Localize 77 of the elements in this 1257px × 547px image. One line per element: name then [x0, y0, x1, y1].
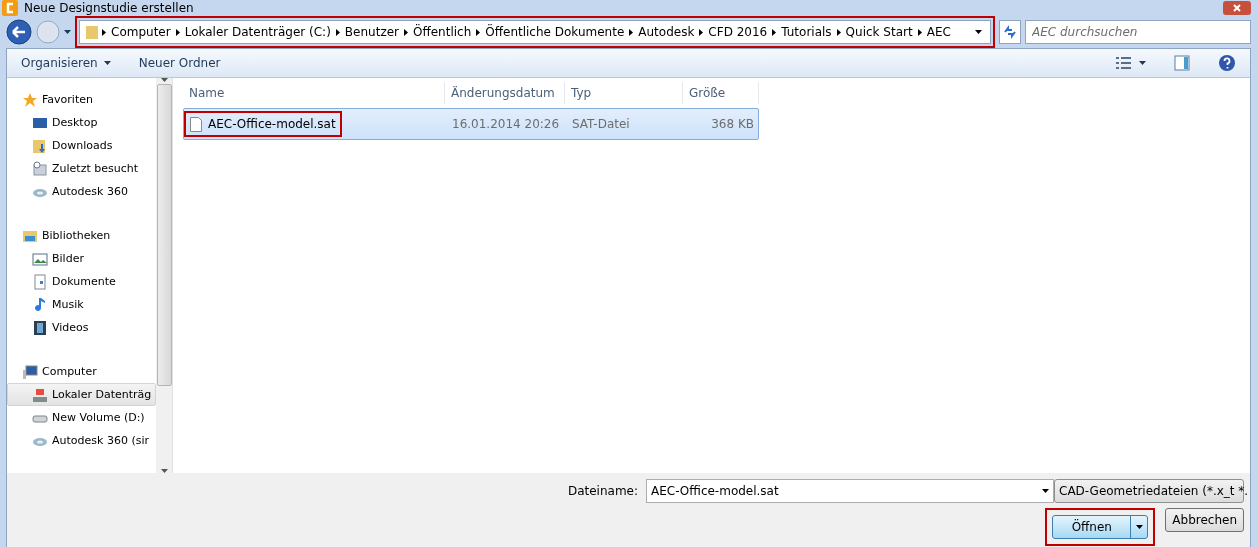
- breadcrumb-segment[interactable]: CFD 2016: [705, 25, 771, 39]
- sidebar-group[interactable]: Favoriten: [7, 88, 156, 111]
- chevron-icon: [629, 28, 634, 36]
- music-note-icon: [32, 296, 48, 313]
- scrollbar[interactable]: [156, 78, 172, 473]
- star-icon: [22, 91, 38, 108]
- breadcrumb-bar[interactable]: Computer Lokaler Datenträger (C:) Benutzer Öffentlich Öffentliche Dokumente Autodesk CFD 2016 Tutorials Quick Start AEC: [79, 20, 991, 44]
- sidebar-item[interactable]: Desktop: [7, 111, 156, 134]
- close-icon[interactable]: [1223, 1, 1251, 15]
- file-row[interactable]: AEC-Office-model.sat 16.01.2014 20:26 SAT-Datei 368 KB: [183, 108, 759, 140]
- sidebar-item[interactable]: Dokumente: [7, 270, 156, 293]
- folder-download-icon: [32, 137, 48, 154]
- view-options-icon[interactable]: [1116, 56, 1146, 70]
- recent-places-icon: [32, 160, 48, 177]
- breadcrumb-segment[interactable]: Öffentlich: [410, 25, 475, 39]
- caret-icon: [975, 30, 982, 34]
- refresh-icon: [1003, 25, 1017, 39]
- breadcrumb-segment[interactable]: Benutzer: [341, 25, 402, 39]
- chevron-icon: [699, 28, 704, 36]
- breadcrumb-segment[interactable]: Tutorials: [778, 25, 835, 39]
- breadcrumb-segment[interactable]: Autodesk: [635, 25, 698, 39]
- system-drive-icon: [32, 386, 48, 403]
- sidebar-item[interactable]: Downloads: [7, 134, 156, 157]
- sidebar-item[interactable]: Zuletzt besucht: [7, 157, 156, 180]
- film-icon: [32, 319, 48, 336]
- breadcrumb-segment[interactable]: Computer: [108, 25, 174, 39]
- chevron-icon: [175, 28, 180, 36]
- cancel-button[interactable]: Abbrechen: [1165, 508, 1244, 532]
- filename-field[interactable]: AEC-Office-model.sat: [646, 479, 1054, 503]
- column-header[interactable]: Größe: [683, 82, 759, 104]
- window-title: Neue Designstudie erstellen: [24, 1, 194, 15]
- sidebar-item[interactable]: Musik: [7, 293, 156, 316]
- sidebar-group[interactable]: Bibliotheken: [7, 224, 156, 247]
- file-icon: [190, 116, 202, 132]
- sidebar-group[interactable]: Computer: [7, 360, 156, 383]
- breadcrumb-segment[interactable]: Quick Start: [842, 25, 916, 39]
- breadcrumb-segment[interactable]: AEC: [923, 25, 954, 39]
- computer-icon: [22, 363, 38, 380]
- chevron-icon: [404, 28, 408, 36]
- table-cell-text: SAT-Datei: [571, 117, 631, 131]
- column-header[interactable]: Änderungsdatum: [445, 82, 565, 104]
- app-logo-icon: [2, 0, 18, 16]
- filename-label: Dateiname:: [567, 484, 638, 498]
- caret-icon: [64, 30, 71, 34]
- column-header[interactable]: Name: [183, 82, 445, 104]
- refresh-button[interactable]: [999, 20, 1021, 44]
- caret-icon: [1135, 525, 1143, 529]
- folder-icon: [84, 24, 100, 40]
- sidebar-item[interactable]: Videos: [7, 316, 156, 339]
- sidebar-item[interactable]: New Volume (D:): [7, 406, 156, 429]
- table-cell-text: 16.01.2014 20:26: [451, 117, 561, 131]
- sidebar-item[interactable]: Bilder: [7, 247, 156, 270]
- chevron-icon: [335, 28, 340, 36]
- sidebar-item[interactable]: Autodesk 360 (sir: [7, 429, 156, 452]
- search-field[interactable]: AEC durchsuchen: [1025, 20, 1251, 44]
- breadcrumb-segment[interactable]: Öffentliche Dokumente: [482, 25, 628, 39]
- toolbar-button[interactable]: Neuer Ordner: [138, 56, 221, 70]
- open-button[interactable]: Öffnen: [1052, 515, 1149, 539]
- sidebar-item[interactable]: Autodesk 360: [7, 180, 156, 203]
- chevron-icon: [102, 28, 106, 36]
- chevron-icon: [772, 28, 777, 36]
- chevron-icon: [476, 28, 481, 36]
- chevron-icon: [917, 28, 922, 36]
- sidebar-item[interactable]: Lokaler Datenträg: [7, 383, 156, 406]
- document-icon: [32, 273, 48, 290]
- breadcrumb-segment[interactable]: Lokaler Datenträger (C:): [181, 25, 334, 39]
- caret-icon: [1042, 489, 1049, 493]
- image-icon: [32, 250, 48, 267]
- toolbar-button[interactable]: Organisieren: [21, 56, 111, 70]
- preview-pane-icon[interactable]: [1174, 55, 1190, 71]
- column-header[interactable]: Typ: [565, 82, 683, 104]
- help-icon[interactable]: [1218, 54, 1236, 72]
- chevron-icon: [836, 28, 841, 36]
- file-name-cell: AEC-Office-model.sat: [184, 111, 342, 137]
- back-icon[interactable]: [6, 19, 32, 45]
- table-cell-text: 368 KB: [710, 117, 755, 131]
- caret-icon: [103, 61, 111, 65]
